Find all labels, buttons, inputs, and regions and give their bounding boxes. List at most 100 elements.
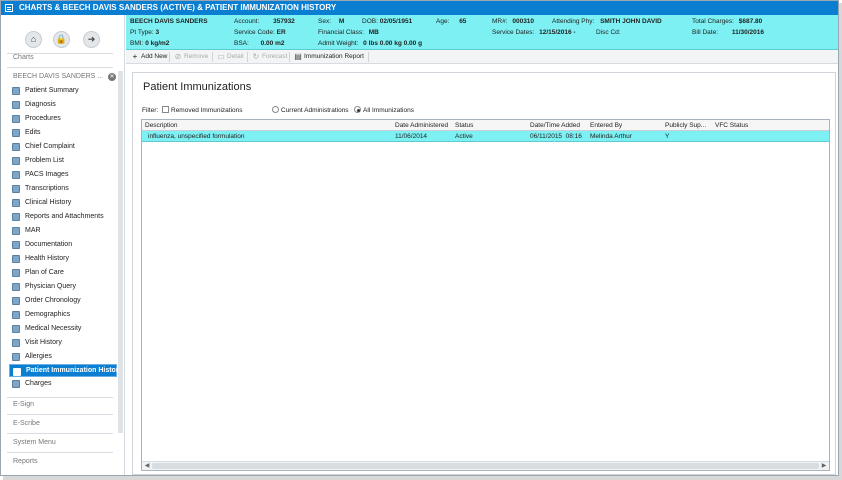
demographics-icon (12, 311, 20, 319)
plus-icon: + (132, 52, 138, 61)
sidebar-item-edits[interactable]: Edits (9, 126, 117, 140)
table-header: Description Date Administered Status Dat… (142, 120, 829, 131)
cell-date-administered: 11/06/2014 (395, 133, 428, 140)
diagnosis-icon (12, 101, 20, 109)
total-charges-value: $687.80 (738, 18, 763, 25)
sidebar-item-chief-complaint[interactable]: Chief Complaint (9, 140, 117, 154)
chart-nav-list: Patient Summary Diagnosis Procedures Edi… (9, 84, 122, 391)
removed-immunizations-checkbox[interactable]: Removed Immunizations (162, 106, 243, 116)
patient-name: BEECH DAVIS SANDERS (130, 18, 208, 25)
scroll-right-icon[interactable]: ▶ (820, 462, 828, 470)
page-title: Patient Immunizations (143, 81, 252, 93)
printer-icon: ▤ (294, 52, 302, 61)
sidebar-item-patient-summary[interactable]: Patient Summary (9, 84, 117, 98)
sidebar-item-plan-of-care[interactable]: Plan of Care (9, 266, 117, 280)
sidebar-item-procedures[interactable]: Procedures (9, 112, 117, 126)
sidebar-item-mar[interactable]: MAR (9, 224, 117, 238)
sidebar-item-transcriptions[interactable]: Transcriptions (9, 182, 117, 196)
lock-icon[interactable]: 🔒 (53, 31, 70, 48)
column-header[interactable]: Publicly Sup... (665, 120, 706, 131)
sidebar-item-visit-history[interactable]: Visit History (9, 336, 117, 350)
all-immunizations-radio[interactable]: All Immunizations (354, 106, 414, 116)
forecast-icon: ↻ (252, 52, 260, 61)
admit-weight-value: 0 lbs 0.00 kg 0.00 g (363, 40, 423, 47)
radio-icon[interactable] (272, 106, 279, 113)
column-header[interactable]: Description (145, 120, 178, 131)
toolbar: + Add New ⊘ Remove ▭ Detail ↻ Forecast ▤ Immu… (126, 50, 838, 64)
bmi-value: 0 kg/m2 (145, 40, 170, 47)
sidebar-item-health-history[interactable]: Health History (9, 252, 117, 266)
sidebar-item-reports-attachments[interactable]: Reports and Attachments (9, 210, 117, 224)
menu-icon[interactable] (5, 4, 13, 12)
scrollbar-thumb[interactable] (118, 71, 123, 433)
service-code-value: ER (276, 29, 286, 36)
column-header[interactable]: VFC Status (715, 120, 748, 131)
sidebar-item-documentation[interactable]: Documentation (9, 238, 117, 252)
dob-value: 02/05/1951 (379, 18, 413, 25)
mr-value: 000310 (512, 18, 535, 25)
sidebar-section-esign[interactable]: E-Sign (7, 396, 113, 414)
app-window: CHARTS & BEECH DAVIS SANDERS (ACTIVE) & … (0, 0, 839, 476)
column-header[interactable]: Date Administered (395, 120, 448, 131)
procedures-icon (12, 115, 20, 123)
sidebar-item-clinical-history[interactable]: Clinical History (9, 196, 117, 210)
immunizations-table: Description Date Administered Status Dat… (141, 119, 830, 471)
scroll-left-icon[interactable]: ◀ (143, 462, 151, 470)
reports-icon (12, 213, 20, 221)
sidebar-section-system-menu[interactable]: System Menu (7, 434, 113, 452)
bill-date-value: 11/30/2016 (731, 29, 765, 36)
physician-query-icon (12, 283, 20, 291)
cell-entered-by: Melinda Arthur (590, 133, 632, 140)
immunization-report-button[interactable]: ▤ Immunization Report (292, 51, 364, 63)
window-shadow (3, 476, 842, 480)
summary-icon (12, 87, 20, 95)
sidebar-item-problem-list[interactable]: Problem List (9, 154, 117, 168)
window-title-bar: CHARTS & BEECH DAVIS SANDERS (ACTIVE) & … (1, 1, 838, 15)
sidebar-scrollbar[interactable] (118, 71, 123, 433)
sidebar-item-pacs-images[interactable]: PACS Images (9, 168, 117, 182)
current-administrations-radio[interactable]: Current Administrations (272, 106, 349, 116)
remove-button[interactable]: ⊘ Remove (172, 51, 209, 63)
radio-selected-icon[interactable] (354, 106, 361, 113)
sidebar-section-reports[interactable]: Reports (7, 453, 113, 471)
cell-date-time-added: 06/11/2015 08:16 (530, 133, 582, 140)
toolbar-divider (169, 52, 170, 62)
window-title: CHARTS & BEECH DAVIS SANDERS (ACTIVE) & … (19, 3, 337, 12)
sidebar-item-medical-necessity[interactable]: Medical Necessity (9, 322, 117, 336)
sidebar-section-escribe[interactable]: E-Scribe (7, 415, 113, 433)
sidebar-item-diagnosis[interactable]: Diagnosis (9, 98, 117, 112)
column-header[interactable]: Entered By (590, 120, 622, 131)
sex-value: M (338, 18, 345, 25)
toolbar-divider (368, 52, 369, 62)
logout-icon[interactable]: ➜ (83, 31, 100, 48)
age-value: 65 (459, 18, 467, 25)
sidebar-item-demographics[interactable]: Demographics (9, 308, 117, 322)
sidebar-item-order-chronology[interactable]: Order Chronology (9, 294, 117, 308)
horizontal-scrollbar[interactable]: ◀ ▶ (142, 461, 829, 470)
cell-description: influenza, unspecified formulation (148, 133, 245, 140)
clinical-history-icon (12, 199, 20, 207)
sidebar-item-immunization-history[interactable]: Patient Immunization History (9, 364, 122, 377)
detail-button[interactable]: ▭ Detail (215, 51, 243, 63)
sidebar-item-physician-query[interactable]: Physician Query (9, 280, 117, 294)
table-row[interactable]: influenza, unspecified formulation 11/06… (142, 131, 829, 142)
column-header[interactable]: Status (455, 120, 473, 131)
scrollbar-thumb[interactable] (152, 463, 819, 469)
complaint-icon (12, 143, 20, 151)
checkbox-icon[interactable] (162, 106, 169, 113)
close-icon[interactable]: ✕ (108, 73, 116, 81)
plan-of-care-icon (12, 269, 20, 277)
forecast-button[interactable]: ↻ Forecast (250, 51, 288, 63)
charts-section[interactable]: Charts (7, 49, 113, 67)
edits-icon (12, 129, 20, 137)
sidebar-patient-name[interactable]: BEECH DAVIS SANDERS ... (7, 71, 113, 83)
allergies-icon (12, 353, 20, 361)
transcriptions-icon (12, 185, 20, 193)
add-new-button[interactable]: + Add New (129, 51, 168, 63)
home-icon[interactable]: ⌂ (25, 31, 42, 48)
sidebar-item-charges[interactable]: Charges (9, 377, 117, 391)
sidebar-item-allergies[interactable]: Allergies (9, 350, 117, 364)
bsa-value: 0.00 m2 (260, 40, 285, 47)
attending-value: SMITH JOHN DAVID (600, 18, 662, 25)
column-header[interactable]: Date/Time Added (530, 120, 580, 131)
